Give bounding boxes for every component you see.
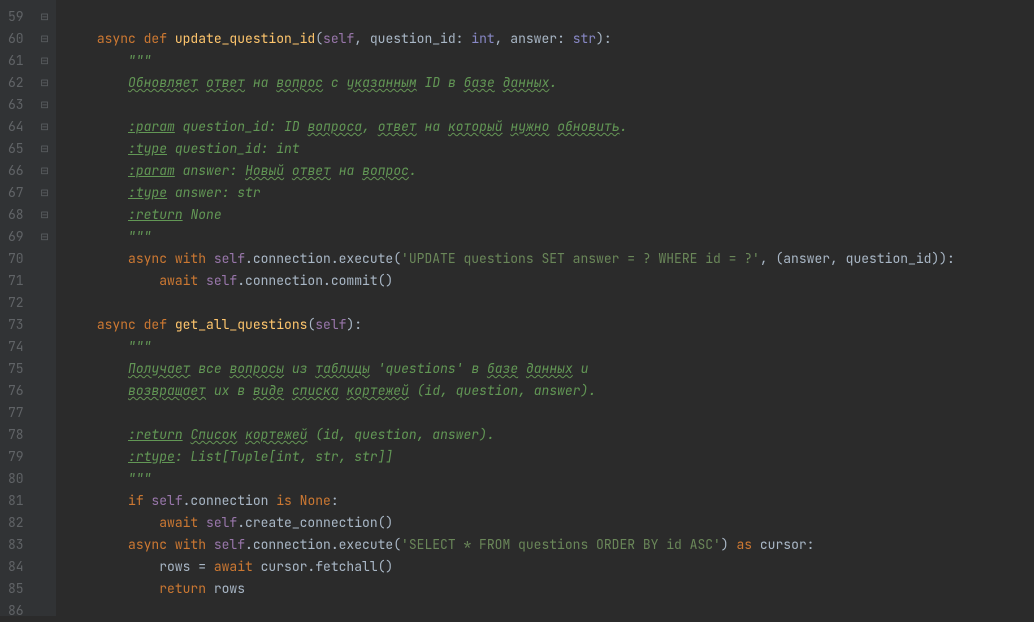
fold-marker[interactable]: ⊟ [34, 28, 56, 50]
fold-marker[interactable]: ⊟ [34, 116, 56, 138]
line-number: 75 [8, 358, 24, 380]
line-number: 69 [8, 226, 24, 248]
code-line[interactable]: :type question_id: int [66, 138, 955, 160]
line-number: 71 [8, 270, 24, 292]
code-line[interactable]: """ [66, 468, 955, 490]
line-number: 68 [8, 204, 24, 226]
code-line[interactable]: Получает все вопросы из таблицы 'questio… [66, 358, 955, 380]
code-line[interactable]: async with self.connection.execute('UPDA… [66, 248, 955, 270]
line-number: 83 [8, 534, 24, 556]
line-number: 80 [8, 468, 24, 490]
line-number: 74 [8, 336, 24, 358]
line-number: 73 [8, 314, 24, 336]
code-line[interactable]: """ [66, 50, 955, 72]
fold-marker[interactable]: ⊟ [34, 160, 56, 182]
line-number: 81 [8, 490, 24, 512]
code-line[interactable]: await self.connection.commit() [66, 270, 955, 292]
line-number: 76 [8, 380, 24, 402]
line-number: 77 [8, 402, 24, 424]
code-line[interactable]: """ [66, 226, 955, 248]
line-number: 85 [8, 578, 24, 600]
code-line[interactable] [66, 94, 955, 116]
line-number: 64 [8, 116, 24, 138]
code-line[interactable] [66, 402, 955, 424]
code-line[interactable]: :return Список кортежей (id, question, a… [66, 424, 955, 446]
fold-marker[interactable]: ⊟ [34, 182, 56, 204]
code-editor[interactable]: 5960616263646566676869707172737475767778… [0, 0, 1034, 616]
line-number: 70 [8, 248, 24, 270]
line-number-gutter: 5960616263646566676869707172737475767778… [0, 0, 34, 616]
code-line[interactable]: :type answer: str [66, 182, 955, 204]
line-number: 59 [8, 6, 24, 28]
code-line[interactable]: async def update_question_id(self, quest… [66, 28, 955, 50]
fold-marker[interactable]: ⊟ [34, 94, 56, 116]
line-number: 60 [8, 28, 24, 50]
code-line[interactable] [66, 6, 955, 28]
code-area[interactable]: async def update_question_id(self, quest… [56, 0, 965, 616]
line-number: 86 [8, 600, 24, 622]
line-number: 62 [8, 72, 24, 94]
fold-marker[interactable]: ⊟ [34, 72, 56, 94]
fold-marker[interactable]: ⊟ [34, 50, 56, 72]
code-line[interactable]: :param answer: Новый ответ на вопрос. [66, 160, 955, 182]
line-number: 65 [8, 138, 24, 160]
fold-marker[interactable]: ⊟ [34, 204, 56, 226]
line-number: 79 [8, 446, 24, 468]
code-line[interactable]: rows = await cursor.fetchall() [66, 556, 955, 578]
code-line[interactable]: await self.create_connection() [66, 512, 955, 534]
code-line[interactable]: """ [66, 336, 955, 358]
line-number: 72 [8, 292, 24, 314]
line-number: 67 [8, 182, 24, 204]
line-number: 63 [8, 94, 24, 116]
line-number: 84 [8, 556, 24, 578]
line-number: 61 [8, 50, 24, 72]
line-number: 82 [8, 512, 24, 534]
code-line[interactable]: :return None [66, 204, 955, 226]
code-line[interactable]: возвращает их в виде списка кортежей (id… [66, 380, 955, 402]
fold-marker[interactable]: ⊟ [34, 138, 56, 160]
code-line[interactable]: Обновляет ответ на вопрос с указанным ID… [66, 72, 955, 94]
fold-column[interactable]: ⊟⊟⊟⊟⊟⊟⊟⊟⊟⊟⊟ [34, 0, 56, 616]
code-line[interactable]: if self.connection is None: [66, 490, 955, 512]
fold-marker[interactable]: ⊟ [34, 6, 56, 28]
code-line[interactable]: return rows [66, 578, 955, 600]
fold-marker[interactable]: ⊟ [34, 226, 56, 248]
line-number: 78 [8, 424, 24, 446]
code-line[interactable]: async def get_all_questions(self): [66, 314, 955, 336]
code-line[interactable] [66, 292, 955, 314]
code-line[interactable]: :param question_id: ID вопроса, ответ на… [66, 116, 955, 138]
code-line[interactable] [66, 600, 955, 622]
code-line[interactable]: async with self.connection.execute('SELE… [66, 534, 955, 556]
line-number: 66 [8, 160, 24, 182]
code-line[interactable]: :rtype: List[Tuple[int, str, str]] [66, 446, 955, 468]
